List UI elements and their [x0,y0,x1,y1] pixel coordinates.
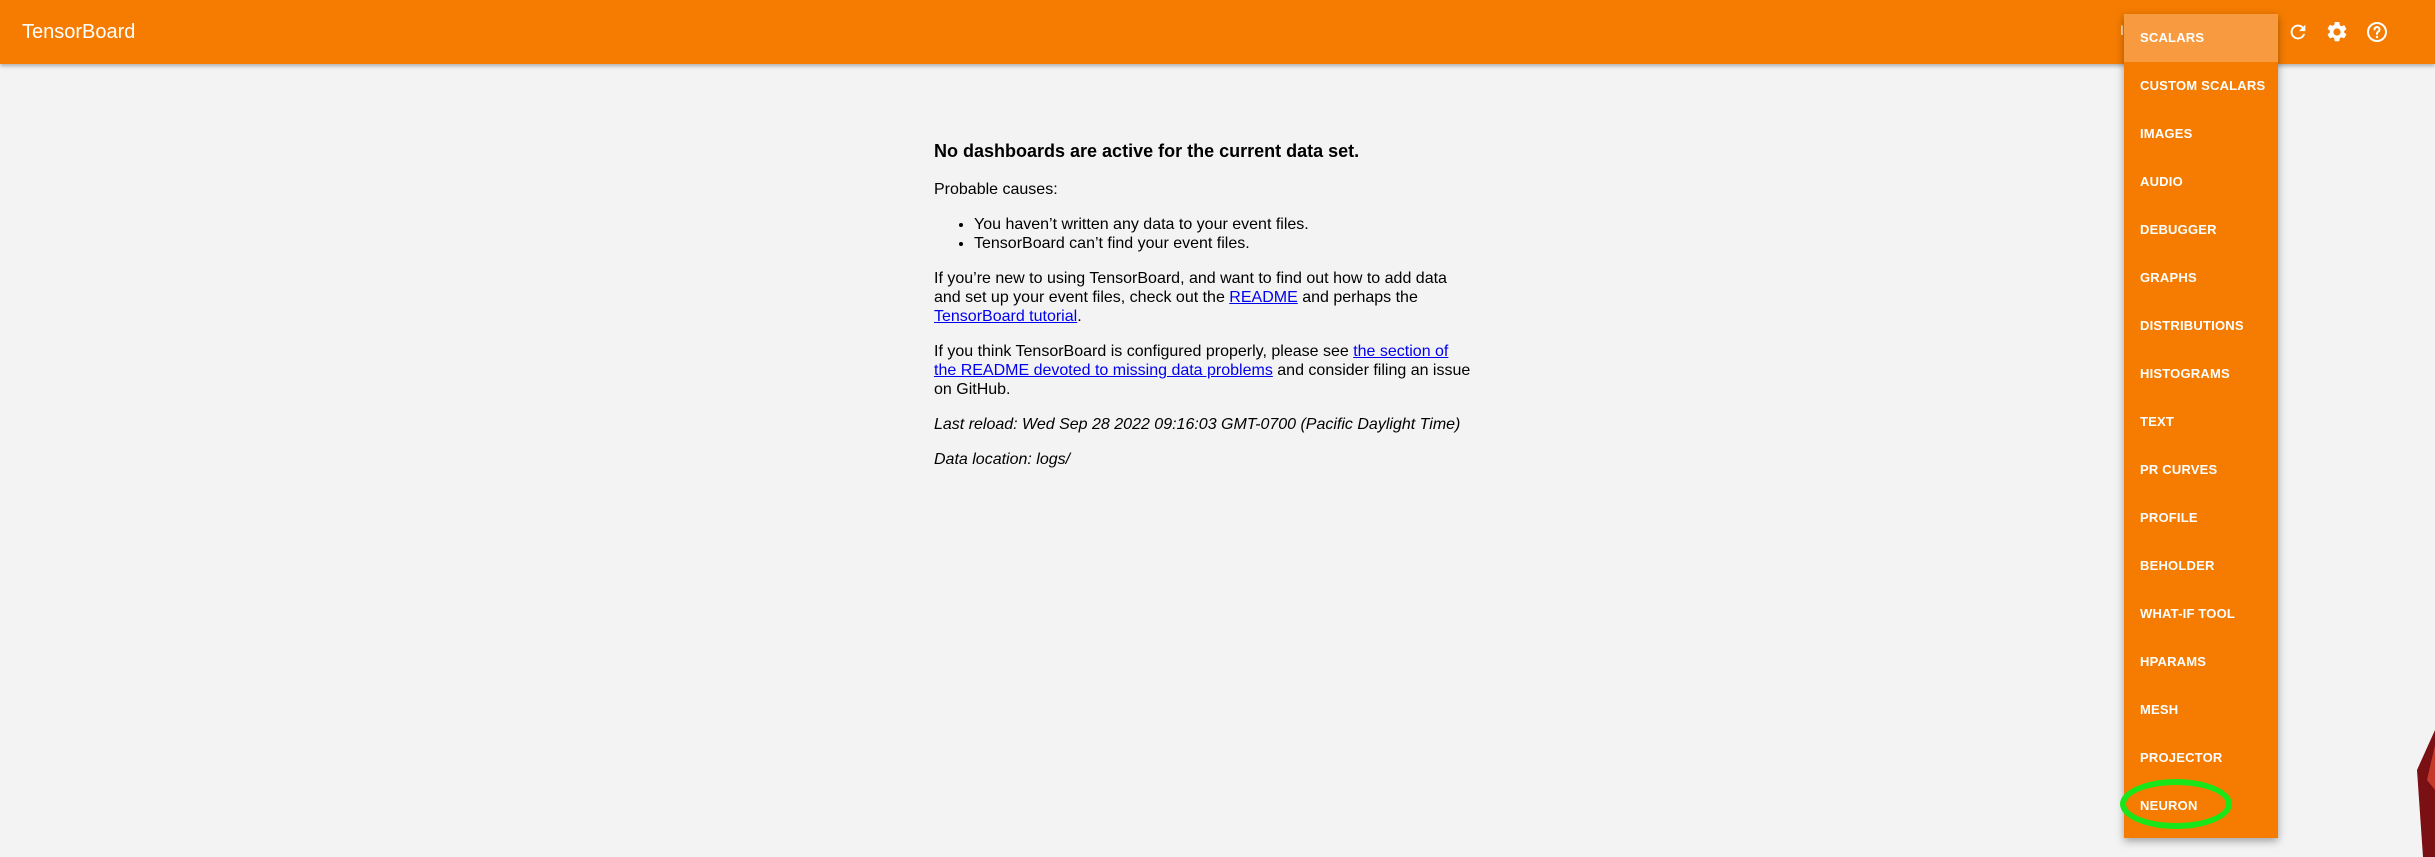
menu-item-mesh[interactable]: MESH [2124,686,2278,734]
no-dashboards-heading: No dashboards are active for the current… [934,141,1360,161]
help-icon[interactable] [2363,18,2391,46]
highlight-annotation-circle [2120,779,2232,829]
menu-item-projector[interactable]: PROJECTOR [2124,734,2278,782]
menu-item-debugger[interactable]: DEBUGGER [2124,206,2278,254]
paragraph-text: and perhaps the [1297,289,1418,306]
probable-causes-label: Probable causes: [934,181,1058,198]
menu-item-audio[interactable]: AUDIO [2124,158,2278,206]
menu-item-profile[interactable]: PROFILE [2124,494,2278,542]
app-title: TensorBoard [22,21,136,43]
paragraph-text: If you think TensorBoard is configured p… [934,343,1354,360]
top-app-bar: TensorBoard I [0,0,2435,64]
last-reload-text: Last reload: Wed Sep 28 2022 09:16:03 GM… [934,416,1461,433]
menu-item-beholder[interactable]: BEHOLDER [2124,542,2278,590]
new-user-paragraph: If you’re new to using TensorBoard, and … [934,269,1474,326]
menu-item-text[interactable]: TEXT [2124,398,2278,446]
menu-item-histograms[interactable]: HISTOGRAMS [2124,350,2278,398]
no-data-message: No dashboards are active for the current… [934,140,1474,485]
menu-item-graphs[interactable]: GRAPHS [2124,254,2278,302]
menu-item-what-if-tool[interactable]: WHAT-IF TOOL [2124,590,2278,638]
desktop-corner-graphic [2417,730,2435,857]
data-location-text: Data location: logs/ [934,451,1071,468]
readme-link[interactable]: README [1229,289,1297,306]
menu-item-hparams[interactable]: HPARAMS [2124,638,2278,686]
cause-item: You haven’t written any data to your eve… [974,215,1474,234]
cause-item: TensorBoard can’t find your event files. [974,234,1474,253]
causes-list: You haven’t written any data to your eve… [934,215,1474,253]
menu-item-distributions[interactable]: DISTRIBUTIONS [2124,302,2278,350]
settings-icon[interactable] [2323,18,2351,46]
menu-item-custom-scalars[interactable]: CUSTOM SCALARS [2124,62,2278,110]
paragraph-text: . [1077,308,1082,325]
dashboard-dropdown-menu: SCALARS CUSTOM SCALARS IMAGES AUDIO DEBU… [2124,14,2278,838]
menu-item-images[interactable]: IMAGES [2124,110,2278,158]
tensorboard-tutorial-link[interactable]: TensorBoard tutorial [934,308,1077,325]
menu-item-scalars[interactable]: SCALARS [2124,14,2278,62]
menu-item-pr-curves[interactable]: PR CURVES [2124,446,2278,494]
configured-paragraph: If you think TensorBoard is configured p… [934,342,1474,399]
refresh-icon[interactable] [2284,18,2312,46]
